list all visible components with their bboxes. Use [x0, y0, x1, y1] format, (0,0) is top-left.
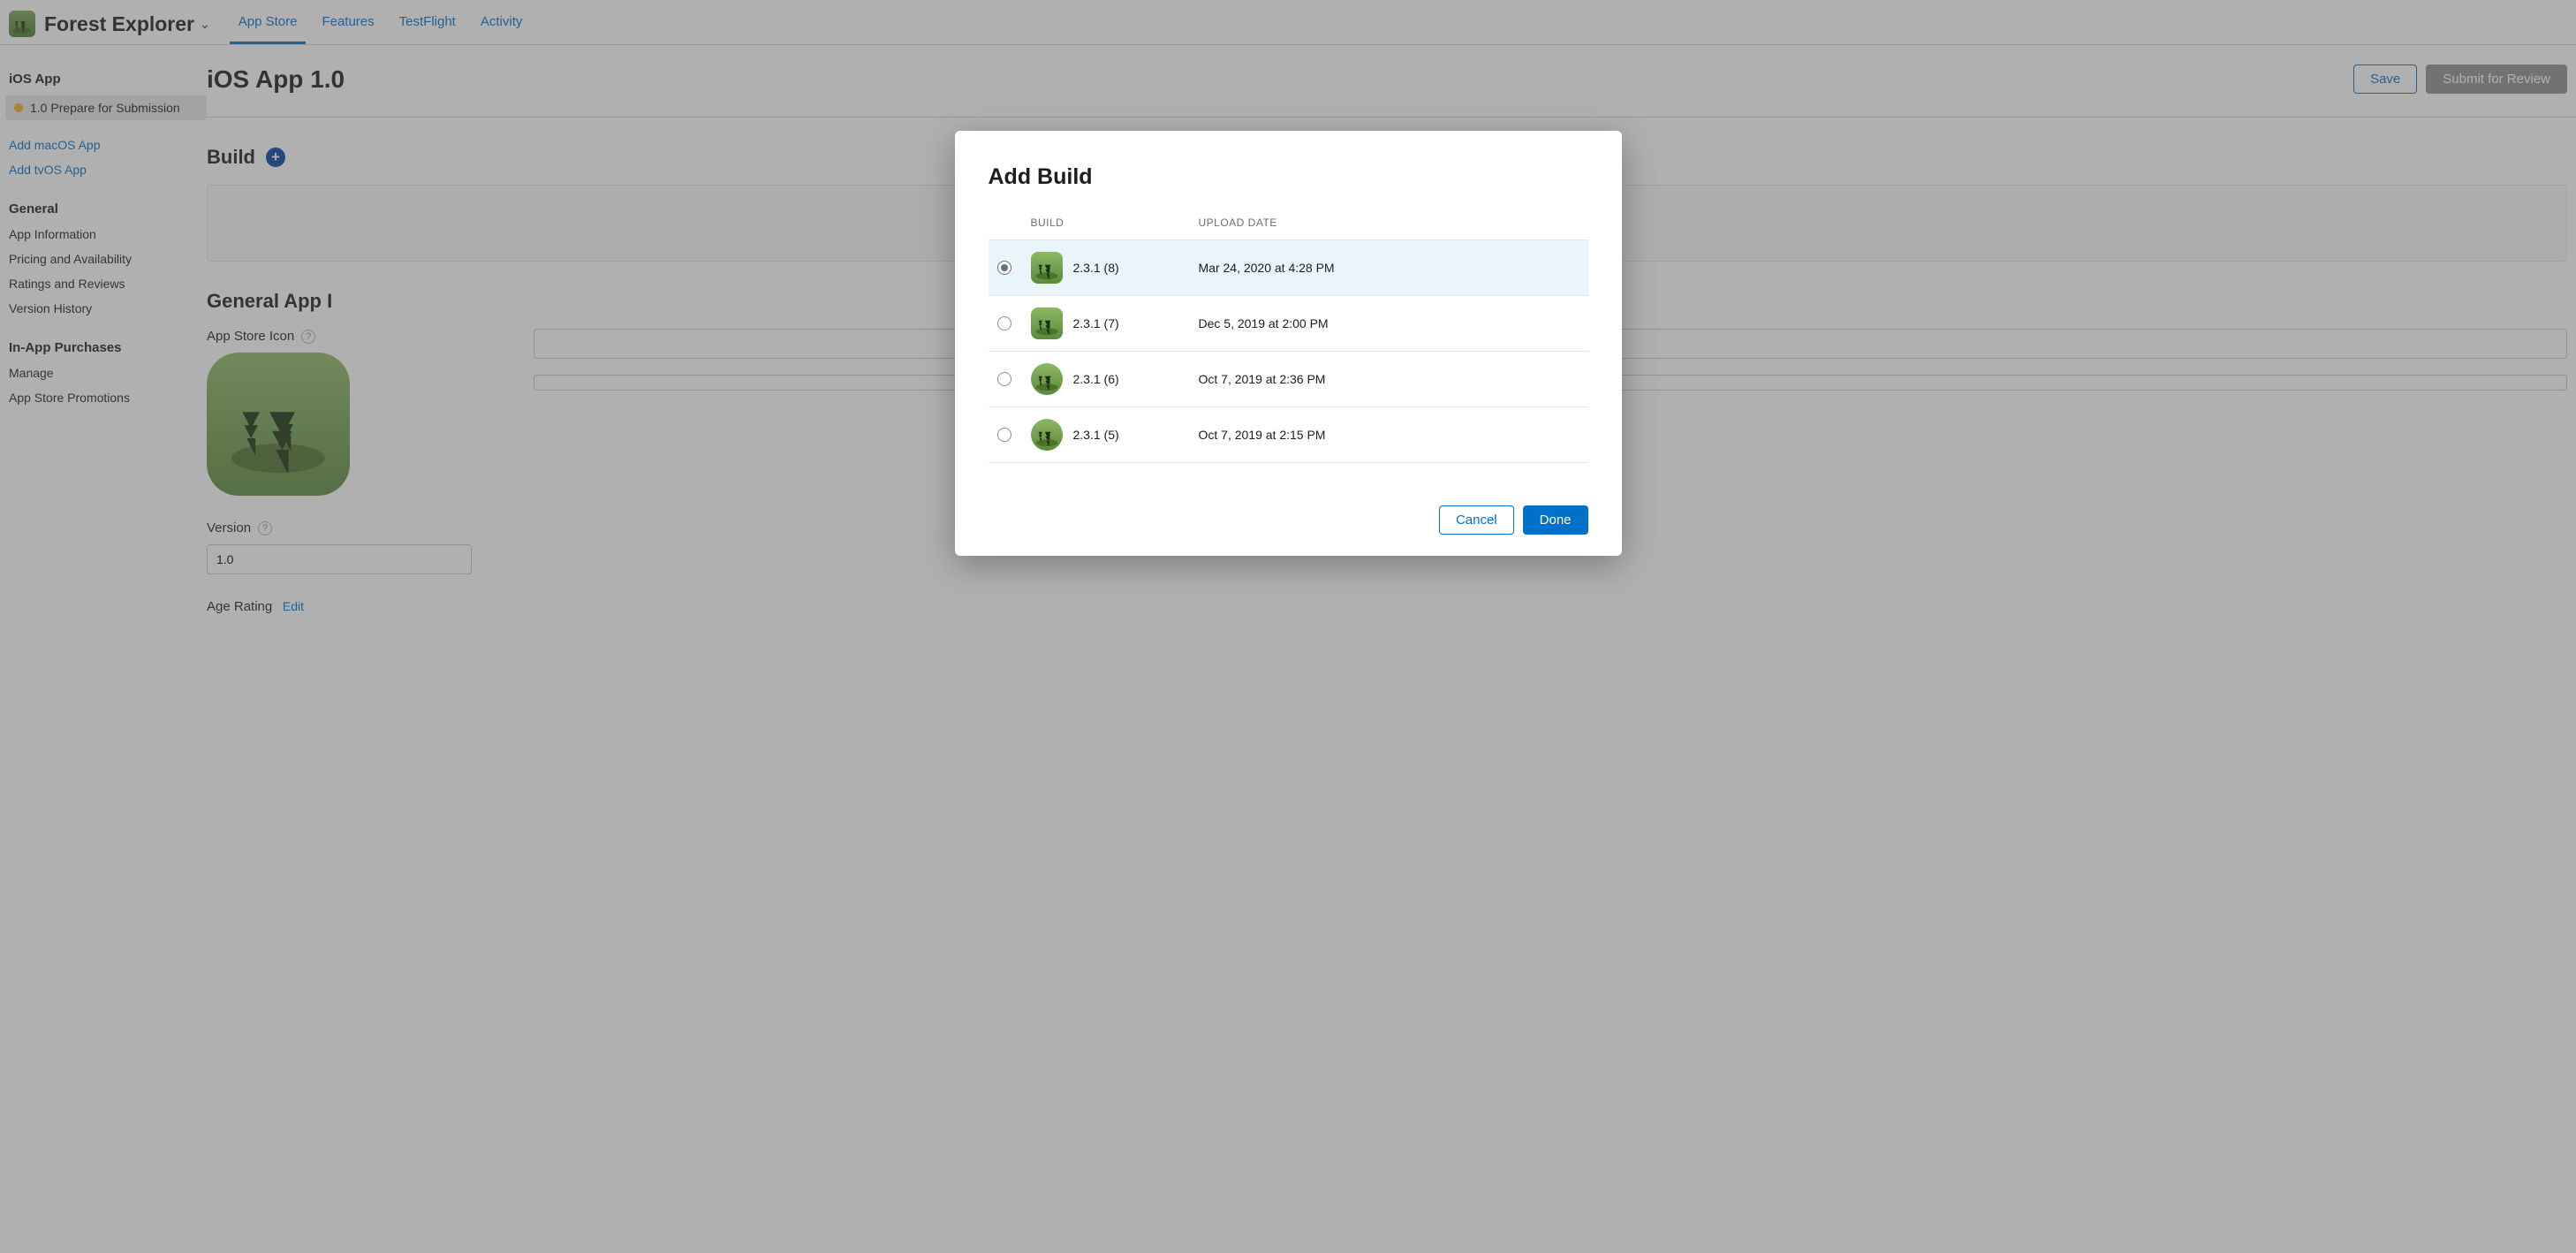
build-app-icon	[1031, 419, 1063, 451]
build-row[interactable]: 2.3.1 (6) Oct 7, 2019 at 2:36 PM	[989, 352, 1588, 407]
build-radio[interactable]	[997, 372, 1011, 386]
build-app-icon	[1031, 252, 1063, 284]
modal-overlay: Add Build BUILD UPLOAD DATE 2.3.1 (8) Mar…	[0, 0, 2576, 1253]
done-button[interactable]: Done	[1523, 505, 1588, 535]
build-app-icon	[1031, 363, 1063, 395]
build-row[interactable]: 2.3.1 (5) Oct 7, 2019 at 2:15 PM	[989, 407, 1588, 463]
cancel-button[interactable]: Cancel	[1439, 505, 1514, 535]
build-version-label: 2.3.1 (6)	[1073, 372, 1119, 386]
build-app-icon	[1031, 308, 1063, 339]
build-upload-date: Dec 5, 2019 at 2:00 PM	[1199, 316, 1588, 330]
column-header-upload-date: UPLOAD DATE	[1199, 216, 1588, 229]
build-upload-date: Oct 7, 2019 at 2:15 PM	[1199, 428, 1588, 442]
build-upload-date: Mar 24, 2020 at 4:28 PM	[1199, 261, 1588, 275]
build-version-label: 2.3.1 (8)	[1073, 261, 1119, 275]
column-header-build: BUILD	[1031, 216, 1199, 229]
build-version-label: 2.3.1 (7)	[1073, 316, 1119, 330]
build-radio[interactable]	[997, 261, 1011, 275]
build-radio[interactable]	[997, 316, 1011, 330]
build-version-label: 2.3.1 (5)	[1073, 428, 1119, 442]
builds-table: BUILD UPLOAD DATE 2.3.1 (8) Mar 24, 2020 …	[989, 211, 1588, 463]
build-row[interactable]: 2.3.1 (8) Mar 24, 2020 at 4:28 PM	[989, 240, 1588, 296]
add-build-modal: Add Build BUILD UPLOAD DATE 2.3.1 (8) Mar…	[955, 131, 1622, 556]
modal-title: Add Build	[989, 164, 1588, 190]
build-row[interactable]: 2.3.1 (7) Dec 5, 2019 at 2:00 PM	[989, 296, 1588, 352]
build-radio[interactable]	[997, 428, 1011, 442]
build-upload-date: Oct 7, 2019 at 2:36 PM	[1199, 372, 1588, 386]
